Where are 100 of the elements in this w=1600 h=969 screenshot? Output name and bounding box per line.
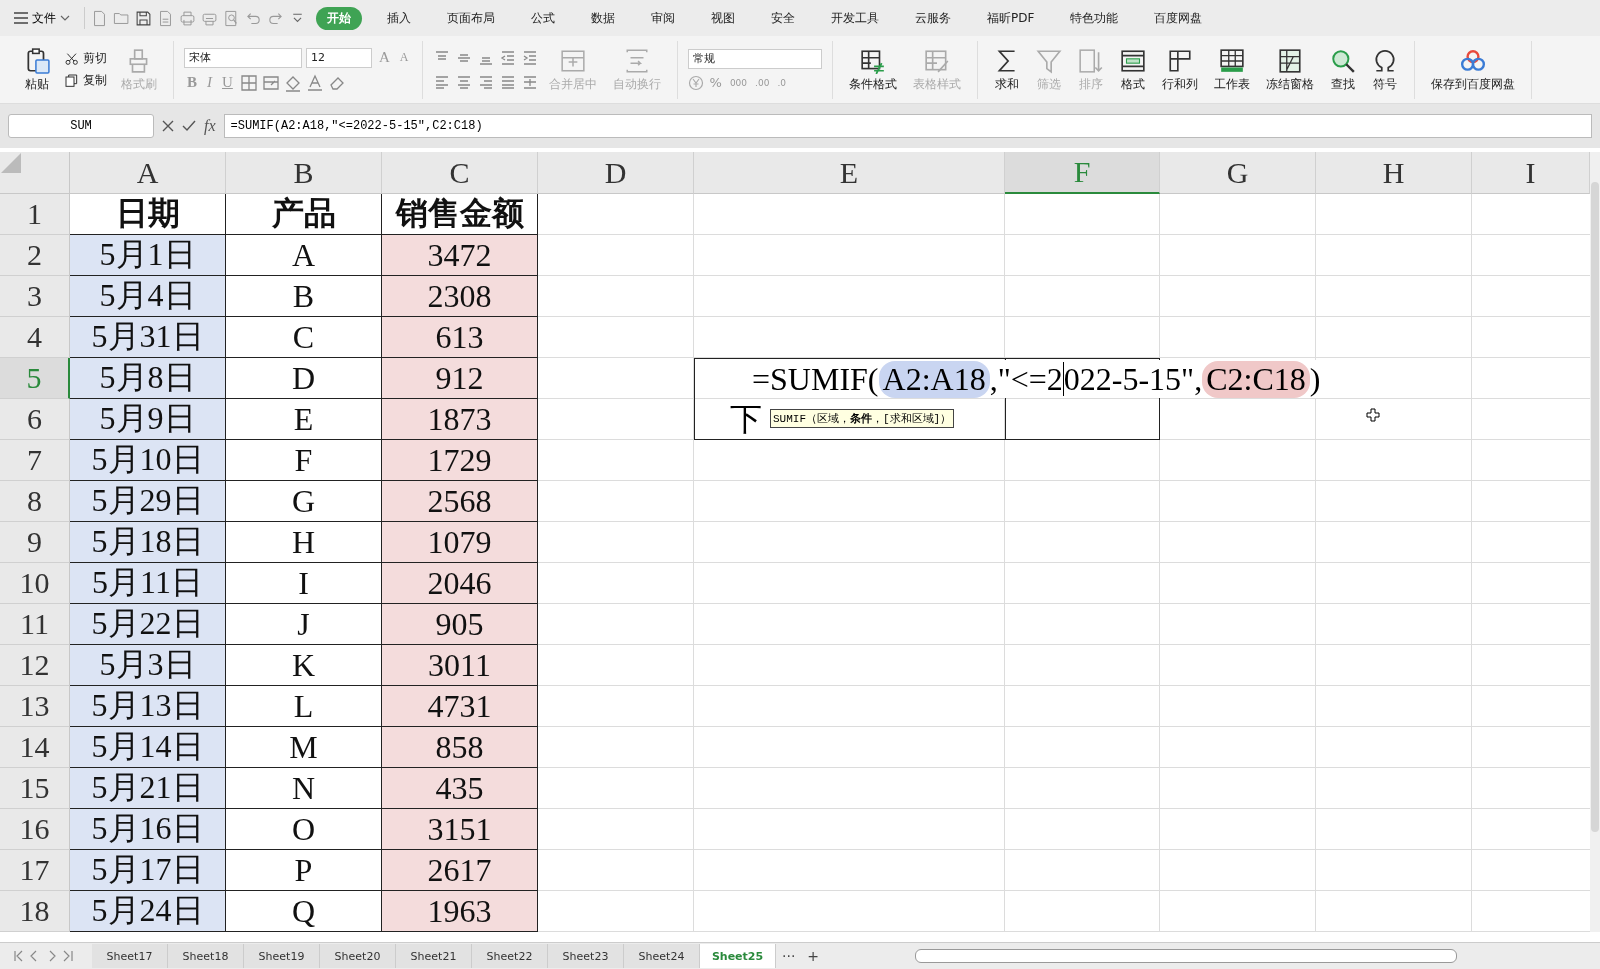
table-cell: 912 bbox=[382, 358, 538, 399]
row-header[interactable]: 3 bbox=[0, 276, 70, 317]
sheet-tab[interactable]: Sheet23 bbox=[548, 944, 624, 968]
table-cell: 5月17日 bbox=[70, 850, 226, 891]
name-box[interactable]: SUM bbox=[8, 114, 154, 138]
table-cell: 4731 bbox=[382, 686, 538, 727]
function-button[interactable]: fx bbox=[204, 117, 216, 135]
ribbon-tab[interactable]: 数据 bbox=[580, 6, 626, 30]
sheet-tab[interactable]: Sheet17 bbox=[92, 944, 168, 968]
row-header[interactable]: 14 bbox=[0, 727, 70, 768]
row-header[interactable]: 4 bbox=[0, 317, 70, 358]
ribbon-tab[interactable]: 云服务 bbox=[904, 6, 962, 30]
currency-icon[interactable] bbox=[687, 74, 704, 91]
more-sheets-button[interactable]: ··· bbox=[776, 948, 802, 964]
checkmark-icon[interactable] bbox=[182, 120, 196, 132]
table-format-icon bbox=[1119, 47, 1146, 74]
table-cell: 5月9日 bbox=[70, 399, 226, 440]
table-cell: 3472 bbox=[382, 235, 538, 276]
table-cell: 5月29日 bbox=[70, 481, 226, 522]
close-icon[interactable] bbox=[162, 120, 174, 132]
sheet-tab[interactable]: Sheet21 bbox=[396, 944, 472, 968]
font-color-icon[interactable] bbox=[305, 73, 324, 92]
ribbon-tab[interactable]: 福昕PDF bbox=[976, 6, 1046, 30]
ribbon-tab[interactable]: 百度网盘 bbox=[1143, 6, 1214, 30]
file-menu[interactable]: 文件 bbox=[12, 9, 78, 27]
ribbon-button[interactable]: 符号 bbox=[1365, 47, 1404, 92]
ribbon-button[interactable]: 行和列 bbox=[1155, 47, 1204, 92]
row-header[interactable]: 15 bbox=[0, 768, 70, 809]
ribbon-button[interactable]: 工作表 bbox=[1207, 47, 1256, 92]
cell-editor[interactable]: =SUMIF(A2:A18,"<=2022-5-15",C2:C18) bbox=[752, 360, 1321, 398]
font-size-field[interactable]: 12 bbox=[306, 47, 372, 68]
ribbon-button[interactable]: 格式 bbox=[1113, 47, 1152, 92]
row-header[interactable]: 6 bbox=[0, 399, 70, 440]
formula-field[interactable]: =SUMIF(A2:A18,"<=2022-5-15",C2:C18) bbox=[223, 114, 1592, 138]
crosshair-cursor-icon bbox=[1366, 408, 1380, 422]
ribbon-tab[interactable]: 公式 bbox=[520, 6, 566, 30]
row-header[interactable]: 11 bbox=[0, 604, 70, 645]
ribbon-tab[interactable]: 页面布局 bbox=[436, 6, 506, 30]
row-header[interactable]: 7 bbox=[0, 440, 70, 481]
table-cell: 613 bbox=[382, 317, 538, 358]
ribbon-button[interactable]: 冻结窗格 bbox=[1259, 47, 1320, 92]
ribbon-button[interactable]: 求和 bbox=[987, 47, 1026, 92]
horizontal-scrollbar[interactable] bbox=[915, 949, 1458, 963]
column-header[interactable]: E bbox=[694, 152, 1005, 194]
ribbon-tab[interactable]: 视图 bbox=[700, 6, 746, 30]
ribbon-button[interactable]: 粘贴 bbox=[18, 47, 56, 92]
column-header[interactable]: C bbox=[382, 152, 538, 194]
sheet-tab[interactable]: Sheet20 bbox=[320, 944, 396, 968]
row-header[interactable]: 17 bbox=[0, 850, 70, 891]
column-header[interactable]: G bbox=[1160, 152, 1316, 194]
borders-icon[interactable] bbox=[239, 73, 258, 92]
sheet-tab[interactable]: Sheet25 bbox=[700, 944, 776, 968]
ribbon-tab[interactable]: 插入 bbox=[376, 6, 422, 30]
table-cell: 5月10日 bbox=[70, 440, 226, 481]
row-header[interactable]: 9 bbox=[0, 522, 70, 563]
row-header[interactable]: 16 bbox=[0, 809, 70, 850]
ribbon-button[interactable]: 复制 bbox=[60, 72, 111, 89]
column-header[interactable]: B bbox=[226, 152, 382, 194]
sheet-tab[interactable]: Sheet24 bbox=[624, 944, 700, 968]
font-name-field[interactable]: 宋体 bbox=[184, 47, 302, 68]
ribbon-button[interactable]: 条件格式 bbox=[842, 47, 903, 92]
ribbon-button[interactable]: 查找 bbox=[1323, 47, 1362, 92]
ribbon-tab[interactable]: 开发工具 bbox=[820, 6, 890, 30]
row-header[interactable]: 1 bbox=[0, 194, 70, 235]
table-cell: 3151 bbox=[382, 809, 538, 850]
table-cell: 5月24日 bbox=[70, 891, 226, 932]
select-all-button[interactable] bbox=[0, 152, 70, 194]
ribbon-tab[interactable]: 特色功能 bbox=[1059, 6, 1130, 30]
cell-style-icon[interactable] bbox=[261, 73, 280, 92]
ribbon-tab[interactable]: 审阅 bbox=[640, 6, 686, 30]
chevron-icon bbox=[60, 14, 70, 22]
add-sheet-button[interactable]: + bbox=[801, 948, 826, 964]
table-cell: 2568 bbox=[382, 481, 538, 522]
sheet-tab[interactable]: Sheet18 bbox=[168, 944, 244, 968]
ribbon-button[interactable]: 剪切 bbox=[60, 50, 111, 67]
clipboard-icon bbox=[24, 47, 50, 74]
row-header[interactable]: 8 bbox=[0, 481, 70, 522]
page-search-icon bbox=[223, 9, 240, 27]
table-cell: 5月8日 bbox=[70, 358, 226, 399]
table-cell: 435 bbox=[382, 768, 538, 809]
scrollbar-thumb[interactable] bbox=[1591, 182, 1599, 832]
row-header[interactable]: 18 bbox=[0, 891, 70, 932]
table-cell: 5月18日 bbox=[70, 522, 226, 563]
table-cell: 3011 bbox=[382, 645, 538, 686]
row-header[interactable]: 13 bbox=[0, 686, 70, 727]
ribbon-button[interactable]: 保存到百度网盘 bbox=[1424, 47, 1521, 92]
column-header[interactable]: H bbox=[1316, 152, 1472, 194]
sheet-tab[interactable]: Sheet19 bbox=[244, 944, 320, 968]
row-header[interactable]: 2 bbox=[0, 235, 70, 276]
column-header[interactable]: D bbox=[538, 152, 694, 194]
column-header[interactable]: A bbox=[70, 152, 226, 194]
table-cell: 5月21日 bbox=[70, 768, 226, 809]
row-header[interactable]: 10 bbox=[0, 563, 70, 604]
row-header[interactable]: 12 bbox=[0, 645, 70, 686]
column-header[interactable]: I bbox=[1472, 152, 1590, 194]
number-format-field[interactable]: 常规 bbox=[687, 48, 822, 69]
ribbon-tab[interactable]: 安全 bbox=[760, 6, 806, 30]
page-export-icon bbox=[157, 9, 174, 27]
row-column-icon bbox=[1166, 47, 1193, 74]
sheet-tab[interactable]: Sheet22 bbox=[472, 944, 548, 968]
